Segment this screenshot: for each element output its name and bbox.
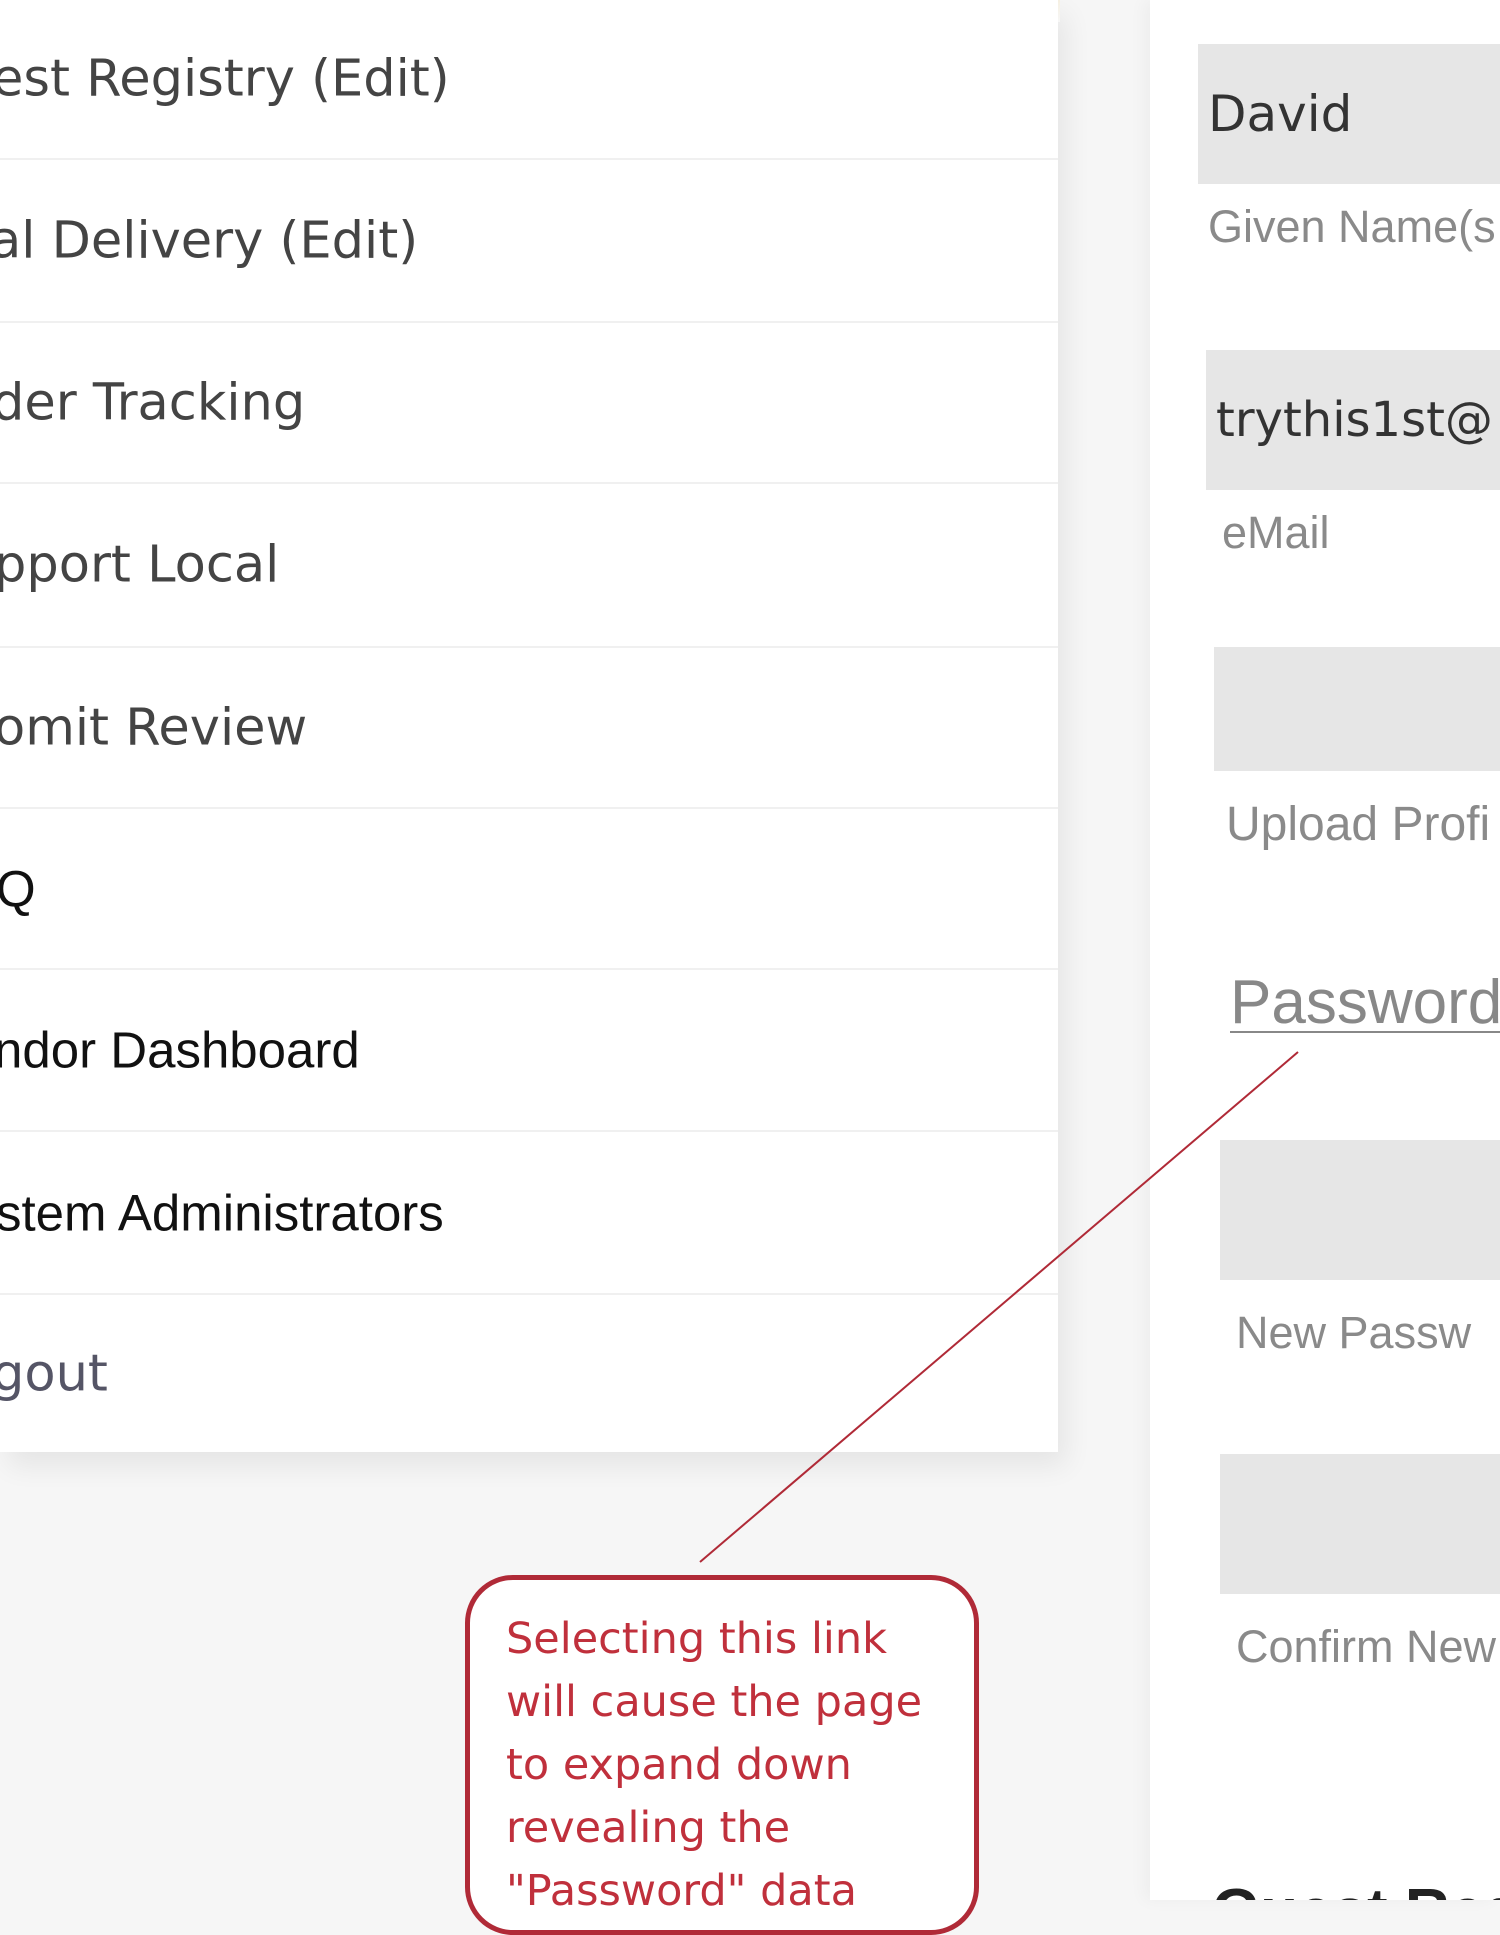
email-field[interactable]: trythis1st@ — [1206, 350, 1500, 490]
upload-profile-field[interactable] — [1214, 647, 1500, 771]
menu-item-label: omit Review — [0, 698, 308, 757]
menu-item-local-delivery-edit[interactable]: al Delivery (Edit) — [0, 160, 1058, 323]
annotation-text: Selecting this link will cause the page … — [506, 1614, 923, 1916]
menu-item-support-local[interactable]: pport Local — [0, 484, 1058, 648]
menu-item-label: ndor Dashboard — [0, 1021, 360, 1079]
upload-profile-label: Upload Profi — [1226, 798, 1491, 851]
password-link[interactable]: Password — [1230, 972, 1500, 1034]
menu-item-label: pport Local — [0, 535, 280, 595]
new-password-label: New Passw — [1236, 1307, 1472, 1358]
menu-item-label: stem Administrators — [0, 1184, 444, 1241]
menu-item-submit-review[interactable]: omit Review — [0, 648, 1058, 809]
annotation-callout: Selecting this link will cause the page … — [465, 1575, 979, 1935]
menu-item-label: Q — [0, 863, 36, 914]
new-password-field[interactable] — [1220, 1140, 1500, 1280]
menu-item-vendor-dashboard[interactable]: ndor Dashboard — [0, 970, 1058, 1132]
profile-form-panel: David Given Name(s trythis1st@ eMail Upl… — [1150, 0, 1500, 1900]
confirm-password-label: Confirm New — [1236, 1621, 1497, 1672]
given-name-label: Given Name(s — [1208, 201, 1496, 252]
user-menu-panel: est Registry (Edit) al Delivery (Edit) d… — [0, 0, 1058, 1452]
menu-item-faq[interactable]: Q — [0, 809, 1058, 970]
menu-item-guest-registry-edit[interactable]: est Registry (Edit) — [0, 0, 1058, 160]
email-label: eMail — [1222, 507, 1330, 558]
menu-item-logout[interactable]: gout — [0, 1295, 1058, 1452]
menu-item-order-tracking[interactable]: der Tracking — [0, 323, 1058, 484]
menu-item-label: est Registry (Edit) — [0, 49, 450, 109]
menu-item-label: gout — [0, 1344, 108, 1403]
menu-item-label: al Delivery (Edit) — [0, 211, 419, 270]
menu-item-system-administrators[interactable]: stem Administrators — [0, 1132, 1058, 1295]
confirm-password-field[interactable] — [1220, 1454, 1500, 1594]
given-name-field[interactable]: David — [1198, 44, 1500, 184]
menu-item-label: der Tracking — [0, 373, 306, 432]
guest-registry-heading: Guest Reg — [1212, 1881, 1500, 1900]
